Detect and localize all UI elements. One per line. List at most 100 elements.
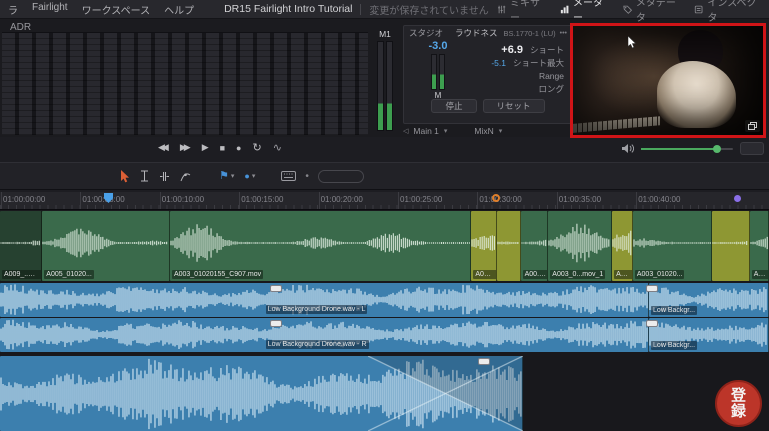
audio-clip[interactable]: A003_01020155_C907.mov: [169, 211, 472, 281]
marker-button[interactable]: ● ▾: [244, 171, 256, 181]
expand-viewer-button[interactable]: [745, 120, 760, 132]
mixer-toggle[interactable]: ミキサー: [489, 0, 552, 24]
mix-bus-selector[interactable]: MixN: [474, 126, 493, 136]
mixer-toggle-label: ミキサー: [510, 0, 541, 24]
ruler-tick: [1, 192, 2, 209]
inspector-toggle-label: インスペクタ: [707, 0, 757, 24]
clip-waveform: [712, 222, 749, 264]
audio-clip[interactable]: A00..v_1: [471, 211, 497, 281]
audio-clip[interactable]: A003_0...mov_1: [548, 211, 613, 281]
loudness-source[interactable]: スタジオ: [409, 27, 443, 39]
main-meter-bars: [372, 41, 398, 131]
timeline-ruler[interactable]: 01:00:00:00 01:00:05:00 01:00:10:00 01:00:1…: [0, 192, 769, 210]
fast-forward-button[interactable]: ▶▶: [180, 142, 191, 153]
loudness-stop-button[interactable]: 停止: [431, 99, 477, 113]
menu-item-help[interactable]: ヘルプ: [164, 2, 194, 17]
audio-clip[interactable]: A009_..mov_1: [0, 211, 43, 281]
record-button[interactable]: ●: [236, 143, 241, 153]
ruler-tick: [318, 192, 320, 209]
metadata-toggle[interactable]: メタデータ: [615, 0, 686, 24]
gain-handle[interactable]: [270, 285, 282, 292]
fairlight-app: ラ Fairlight ワークスペース ヘルプ DR15 Fairlight I…: [0, 0, 769, 431]
rewind-button[interactable]: ◀◀: [158, 142, 169, 153]
keyboard-icon[interactable]: [281, 171, 297, 181]
clip-waveform: [750, 222, 768, 264]
loudness-options-icon[interactable]: •••: [560, 30, 567, 37]
collapse-icon[interactable]: ◁: [403, 127, 408, 135]
stop-button[interactable]: ■: [220, 143, 225, 153]
ruler-tick: [80, 192, 82, 209]
gain-handle[interactable]: [478, 358, 490, 365]
ruler-tick: [398, 192, 399, 209]
menu-item-workspace[interactable]: ワークスペース: [82, 2, 151, 17]
clip-waveform: [633, 222, 711, 264]
ruler-timecode: 01:00:30:00: [479, 195, 522, 204]
range-tool[interactable]: [140, 170, 149, 182]
ruler-tick: [477, 192, 479, 209]
speaker-icon[interactable]: [621, 143, 634, 154]
trim-tool[interactable]: [159, 171, 170, 182]
panel-toggles: ミキサー メーター メタデータ インスペクタ: [489, 0, 769, 24]
timecode-field[interactable]: [317, 169, 364, 183]
gain-handle[interactable]: [646, 320, 658, 327]
main-meter-label: M1: [379, 29, 391, 39]
monitor-volume: [621, 142, 764, 155]
flag-button[interactable]: ⚑ ▾: [219, 170, 235, 182]
main-bus-selector[interactable]: Main 1: [413, 126, 439, 136]
loudness-body: -3.0 M +6.9 ショート -5.1 ショート最大 Range ロング: [404, 40, 572, 100]
range-icon: [141, 170, 148, 182]
bus-selector-row: ◁ Main 1 ▾ MixN ▾: [403, 125, 573, 137]
short-label: ショート: [529, 44, 564, 55]
timecode-bullet-icon: •: [305, 170, 309, 182]
gain-handle[interactable]: [270, 320, 282, 327]
clip-label: A00..v_1: [473, 270, 496, 279]
audio-clip[interactable]: Low Backgr...: [649, 283, 769, 317]
audio-clip[interactable]: A00..v 1: [520, 211, 549, 281]
chevron-down-icon[interactable]: ▾: [231, 172, 235, 180]
video-viewer[interactable]: [570, 23, 766, 138]
meter-toggle[interactable]: メーター: [552, 0, 615, 24]
play-button[interactable]: ▶: [202, 142, 209, 153]
clip-label: Low Background Drone.wav - R: [265, 340, 369, 349]
chevron-down-icon[interactable]: ▾: [252, 172, 256, 180]
menu-item-fairlight[interactable]: Fairlight: [32, 2, 68, 17]
ruler-tick: [159, 192, 161, 209]
audio-clip[interactable]: A003_..mov: [749, 211, 769, 281]
momentary-value: -3.0: [428, 40, 448, 52]
project-title: DR15 Fairlight Intro Tutorial: [224, 3, 353, 15]
audio-clip[interactable]: [496, 211, 521, 281]
loudness-header: スタジオ ラウドネス BS.1770-1 (LU) •••: [404, 26, 572, 40]
clip-waveform: [548, 222, 611, 264]
audio-clip[interactable]: A003_01020...: [632, 211, 713, 281]
ruler-tick: [556, 192, 558, 209]
audio-clip[interactable]: Low Background Drone.wav - L: [0, 283, 650, 317]
audio-clip[interactable]: [712, 211, 750, 281]
menu-list: ラ Fairlight ワークスペース ヘルプ: [0, 2, 194, 17]
volume-slider[interactable]: [641, 144, 733, 153]
pointer-tool[interactable]: [120, 169, 130, 183]
long-label: ロング: [538, 83, 564, 94]
ruler-timecode: 01:00:25:00: [400, 195, 443, 204]
inspector-toggle[interactable]: インスペクタ: [686, 0, 765, 24]
loudness-reset-button[interactable]: リセット: [482, 99, 545, 113]
pen-tool[interactable]: [180, 171, 191, 182]
audio-clip[interactable]: A005_01020...: [42, 211, 170, 281]
audio-clip[interactable]: A00..v_1: [612, 211, 633, 281]
clip-label: Low Backgr...: [651, 306, 698, 315]
clip-waveform: [471, 222, 496, 264]
menu-item-color[interactable]: ラ: [8, 2, 18, 17]
clip-label: A003_0...mov_1: [550, 270, 606, 279]
audio-clip[interactable]: Low Background Drone.wav - R: [0, 318, 650, 352]
loop-button[interactable]: ↻: [252, 141, 261, 154]
orange-marker[interactable]: [492, 194, 500, 202]
ruler-timecode: 01:00:35:00: [558, 195, 602, 204]
audio-clip[interactable]: Low Backgr...: [649, 318, 769, 352]
automation-icon[interactable]: ∿: [273, 141, 282, 154]
dim-button[interactable]: [740, 142, 764, 155]
volume-thumb[interactable]: [712, 144, 721, 153]
gain-handle[interactable]: [646, 285, 658, 292]
violet-marker[interactable]: [734, 195, 741, 202]
loudness-panel: スタジオ ラウドネス BS.1770-1 (LU) ••• -3.0 M +6.…: [403, 25, 573, 124]
crossfade-overlay[interactable]: [367, 356, 523, 431]
watermark-char-2: 録: [730, 402, 746, 420]
